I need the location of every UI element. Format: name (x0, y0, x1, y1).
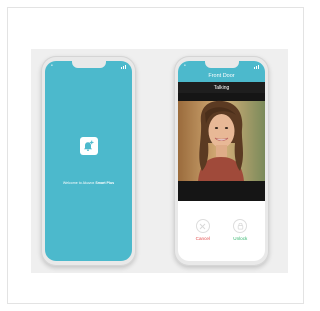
call-screen: ● Front Door Talking Cancel Unlock (178, 61, 265, 261)
phone-call: ● Front Door Talking Cancel Unlock (174, 56, 269, 266)
signal-icon (121, 63, 126, 69)
cancel-button[interactable]: Cancel (196, 219, 210, 241)
call-status: Talking (213, 84, 230, 91)
brand-name: Smart Plus (95, 181, 115, 185)
welcome-prefix: Welcome to Akuvox (62, 181, 96, 185)
welcome-text: Welcome to Akuvox Smart Plus (45, 181, 132, 185)
call-status-bar: Talking (178, 82, 265, 93)
signal-icon (254, 63, 259, 69)
unlock-label: Unlock (233, 236, 248, 241)
unlock-button[interactable]: Unlock (233, 219, 247, 241)
lock-icon[interactable] (233, 219, 248, 233)
phone-welcome: ● Welcome to Akuvox Smart Plus (41, 56, 136, 266)
visitor-portrait (178, 93, 265, 201)
phone-notch (71, 61, 106, 68)
clock-indicator: ● (184, 63, 186, 67)
spacer (178, 201, 265, 213)
close-icon[interactable] (195, 219, 210, 233)
call-actions: Cancel Unlock (178, 219, 265, 241)
cancel-label: Cancel (195, 236, 210, 241)
clock-indicator: ● (51, 63, 53, 67)
phone-notch (204, 61, 239, 68)
bell-plus-icon[interactable] (79, 137, 98, 155)
door-title: Front Door (208, 73, 235, 79)
welcome-screen: ● Welcome to Akuvox Smart Plus (45, 61, 132, 261)
video-feed (178, 93, 265, 201)
